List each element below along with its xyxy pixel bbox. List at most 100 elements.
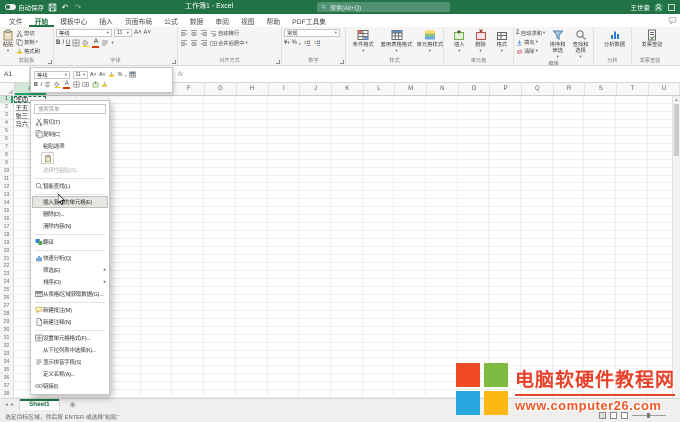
cell-J35[interactable] [299, 366, 331, 373]
cell-S4[interactable] [584, 120, 616, 127]
cell-E35[interactable] [141, 366, 173, 373]
cell-G31[interactable] [204, 335, 236, 342]
cell-G17[interactable] [204, 223, 236, 230]
cell-T10[interactable] [616, 168, 648, 175]
cell-Q31[interactable] [521, 335, 553, 342]
font-name-select[interactable]: 等线▾ [34, 71, 70, 79]
cell-S16[interactable] [584, 215, 616, 222]
cell-Q28[interactable] [521, 311, 553, 318]
cell-I4[interactable] [268, 120, 300, 127]
cell-G23[interactable] [204, 271, 236, 278]
cell-T13[interactable] [616, 191, 648, 198]
cell-E31[interactable] [141, 335, 173, 342]
cell-D23[interactable] [109, 271, 141, 278]
cell-H37[interactable] [236, 382, 268, 389]
cell-G30[interactable] [204, 327, 236, 334]
find-select-button[interactable]: 查找和选择 ▾ [570, 29, 591, 60]
column-header-M[interactable]: M [395, 83, 427, 95]
cell-E13[interactable] [141, 191, 173, 198]
cell-T9[interactable] [616, 160, 648, 167]
align-top-icon[interactable] [180, 29, 188, 37]
cell-H33[interactable] [236, 351, 268, 358]
cell-Q23[interactable] [521, 271, 553, 278]
cell-N1[interactable] [426, 96, 458, 103]
cell-J26[interactable] [299, 295, 331, 302]
cell-H21[interactable] [236, 255, 268, 262]
cell-D33[interactable] [109, 351, 141, 358]
cell-S3[interactable] [584, 112, 616, 119]
cell-S13[interactable] [584, 191, 616, 198]
row-header-27[interactable]: 27 [0, 303, 14, 310]
tab-模板中心[interactable]: 模板中心 [54, 14, 93, 27]
cell-T25[interactable] [616, 287, 648, 294]
cell-H14[interactable] [236, 199, 268, 206]
wrap-text-button[interactable]: 自动换行 [210, 29, 239, 37]
cell-T14[interactable] [616, 199, 648, 206]
borders-icon[interactable] [72, 39, 80, 47]
align-left-icon[interactable] [180, 39, 188, 47]
cell-H10[interactable] [236, 168, 268, 175]
delete-cells-button[interactable]: 删除 ▾ [475, 29, 487, 54]
cell-H35[interactable] [236, 366, 268, 373]
cell-D31[interactable] [109, 335, 141, 342]
cell-Q11[interactable] [521, 176, 553, 183]
zoom-slider[interactable] [632, 415, 666, 416]
comma-style-button[interactable]: , [125, 72, 126, 78]
cell-M24[interactable] [394, 279, 426, 286]
cell-F14[interactable] [172, 199, 204, 206]
cell-K20[interactable] [331, 247, 363, 254]
cell-O14[interactable] [458, 199, 490, 206]
cell-E6[interactable] [141, 136, 173, 143]
conditional-formatting-button[interactable]: 条件格式 ▾ [349, 29, 377, 54]
cell-R30[interactable] [553, 327, 585, 334]
row-header-1[interactable]: 1 [0, 96, 14, 103]
cell-M28[interactable] [394, 311, 426, 318]
align-right-icon[interactable] [200, 39, 208, 47]
cell-I28[interactable] [268, 311, 300, 318]
align-middle-icon[interactable] [190, 29, 198, 37]
cell-P7[interactable] [489, 144, 521, 151]
row-header-36[interactable]: 36 [0, 374, 14, 381]
cell-H15[interactable] [236, 207, 268, 214]
cell-K23[interactable] [331, 271, 363, 278]
cell-M1[interactable] [394, 96, 426, 103]
cell-N26[interactable] [426, 295, 458, 302]
cell-N23[interactable] [426, 271, 458, 278]
column-header-Q[interactable]: Q [522, 83, 554, 95]
cell-E2[interactable] [141, 104, 173, 111]
cell-N34[interactable] [426, 358, 458, 365]
cell-K16[interactable] [331, 215, 363, 222]
cell-N13[interactable] [426, 191, 458, 198]
prev-sheet-icon[interactable]: ◂ [5, 401, 8, 408]
cell-H12[interactable] [236, 183, 268, 190]
cell-K6[interactable] [331, 136, 363, 143]
cell-S12[interactable] [584, 183, 616, 190]
cell-L33[interactable] [363, 351, 395, 358]
cell-I19[interactable] [268, 239, 300, 246]
cell-I31[interactable] [268, 335, 300, 342]
cell-J23[interactable] [299, 271, 331, 278]
cell-P28[interactable] [489, 311, 521, 318]
cell-Q8[interactable] [521, 152, 553, 159]
cell-I1[interactable] [268, 96, 300, 103]
cell-R23[interactable] [553, 271, 585, 278]
cell-L6[interactable] [363, 136, 395, 143]
cell-N10[interactable] [426, 168, 458, 175]
percent-style-button[interactable]: % [292, 40, 297, 46]
cell-J15[interactable] [299, 207, 331, 214]
cell-F25[interactable] [172, 287, 204, 294]
cell-S1[interactable] [584, 96, 616, 103]
cell-O12[interactable] [458, 183, 490, 190]
cell-T22[interactable] [616, 263, 648, 270]
cell-K1[interactable] [331, 96, 363, 103]
cell-I36[interactable] [268, 374, 300, 381]
cell-L26[interactable] [363, 295, 395, 302]
cell-L30[interactable] [363, 327, 395, 334]
cell-G27[interactable] [204, 303, 236, 310]
cell-M20[interactable] [394, 247, 426, 254]
cell-J6[interactable] [299, 136, 331, 143]
cell-D38[interactable] [109, 390, 141, 397]
cell-F19[interactable] [172, 239, 204, 246]
cell-J28[interactable] [299, 311, 331, 318]
cell-M15[interactable] [394, 207, 426, 214]
